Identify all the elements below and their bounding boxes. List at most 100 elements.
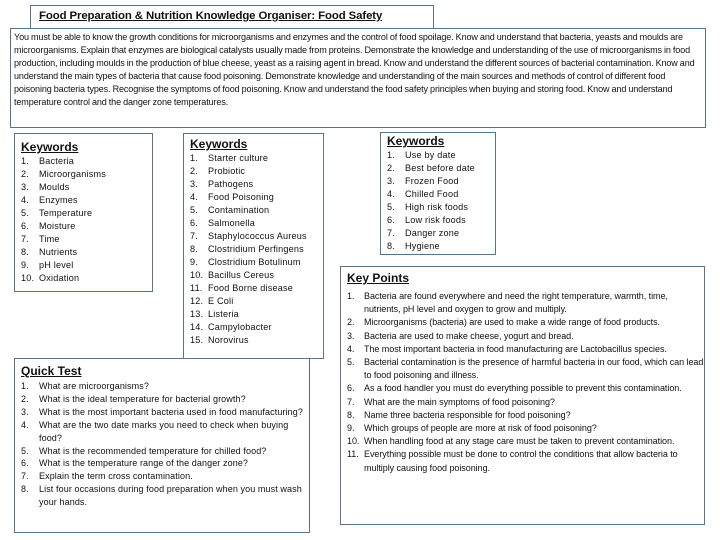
list-item-number: 12.: [190, 296, 204, 306]
list-item: 3. Pathogens: [190, 178, 324, 191]
list-item-number: 2.: [190, 166, 198, 176]
list-item-number: 5.: [21, 208, 29, 218]
intro-box: You must be able to know the growth cond…: [10, 28, 706, 128]
list-item-text: Bacterial contamination is the presence …: [364, 357, 704, 381]
list-item-number: 10.: [21, 273, 35, 283]
list-item-text: Use by date: [405, 150, 456, 160]
list-item-number: 1.: [190, 153, 198, 163]
keywords-box-2: Keywords 1. Starter culture 2. Probiotic 3. P…: [183, 133, 324, 359]
list-item-text: Temperature: [39, 208, 93, 218]
list-item-number: 2.: [387, 163, 395, 173]
list-item-text: What is the recommended temperature for …: [39, 445, 267, 456]
list-item-number: 15.: [190, 335, 204, 345]
list-item-text: Probiotic: [208, 166, 246, 176]
list-item-text: What are the two date marks you need to …: [39, 419, 289, 443]
list-item-number: 1.: [21, 156, 29, 166]
list-item-text: List four occasions during food preparat…: [39, 484, 302, 508]
list-item-number: 3.: [21, 406, 29, 417]
list-item-number: 11.: [190, 283, 203, 293]
list-item: 2. Probiotic: [190, 165, 324, 178]
list-item: 4. Chilled Food: [387, 188, 497, 201]
list-item: 8. Hygiene: [387, 240, 497, 253]
keywords-list: 1. Use by date 2. Best before date 3. Frozen …: [387, 149, 497, 253]
list-item: 9. pH level: [21, 259, 151, 272]
quick-test-box: Quick Test 1. What are microorganisms? 2. W…: [14, 358, 310, 533]
list-item-number: 8.: [387, 241, 395, 251]
list-item: 5. High risk foods: [387, 201, 497, 214]
list-item-text: Starter culture: [208, 153, 269, 163]
list-item-number: 8.: [21, 484, 29, 495]
list-item: 5. Temperature: [21, 207, 151, 220]
list-item-text: As a food handler you must do everything…: [364, 383, 682, 394]
list-item-number: 7.: [190, 231, 198, 241]
list-item-text: Contamination: [208, 205, 270, 215]
list-item-text: What is the most important bacteria used…: [39, 406, 303, 417]
list-item-number: 6.: [21, 221, 29, 231]
list-item-text: Everything possible must be done to cont…: [364, 449, 678, 473]
list-item: 8. Nutrients: [21, 246, 151, 259]
list-item-text: Best before date: [405, 163, 475, 173]
list-item: 3. Bacteria are used to make cheese, yogu…: [347, 330, 705, 343]
list-item-number: 5.: [21, 445, 29, 456]
list-item-text: Low risk foods: [405, 215, 466, 225]
intro-text: You must be able to know the growth cond…: [14, 32, 695, 108]
list-item-text: Time: [39, 234, 60, 244]
list-item: 8. Clostridium Perfingens: [190, 243, 324, 256]
list-item-text: What are the main symptoms of food poiso…: [364, 396, 555, 407]
list-item: 6. Low risk foods: [387, 214, 497, 227]
list-item: 1. What are microorganisms?: [21, 380, 309, 393]
list-item-text: Nutrients: [39, 247, 78, 257]
keywords-heading: Keywords: [21, 140, 79, 154]
list-item: 9. Clostridium Botulinum: [190, 256, 324, 269]
list-item-number: 3.: [190, 179, 198, 189]
list-item-number: 5.: [347, 357, 355, 368]
list-item: 13. Listeria: [190, 308, 324, 321]
list-item: 1. Bacteria: [21, 155, 151, 168]
quick-test-heading: Quick Test: [21, 364, 82, 378]
list-item: 9. Which groups of people are more at ris…: [347, 422, 705, 435]
list-item-number: 2.: [21, 393, 29, 404]
list-item-text: Enzymes: [39, 195, 78, 205]
list-item-number: 7.: [21, 234, 29, 244]
keywords-list: 1. Starter culture 2. Probiotic 3. Pathogens 4…: [190, 152, 324, 347]
list-item-text: Moulds: [39, 182, 70, 192]
list-item: 6. As a food handler you must do everythi…: [347, 382, 705, 395]
list-item-text: E Coli: [208, 296, 234, 306]
list-item-text: Campylobacter: [208, 322, 272, 332]
list-item: 7. What are the main symptoms of food poi…: [347, 396, 705, 409]
list-item: 4. Food Poisoning: [190, 191, 324, 204]
list-item-number: 6.: [190, 218, 198, 228]
list-item: 10. When handling food at any stage care …: [347, 435, 705, 448]
list-item: 3. Moulds: [21, 181, 151, 194]
list-item-number: 14.: [190, 322, 204, 332]
list-item-text: The most important bacteria in food manu…: [364, 343, 667, 354]
list-item-number: 6.: [387, 215, 395, 225]
list-item-text: Moisture: [39, 221, 76, 231]
list-item-number: 10.: [347, 436, 360, 447]
list-item-number: 1.: [387, 150, 395, 160]
list-item-text: Name three bacteria responsible for food…: [364, 409, 571, 420]
list-item: 7. Time: [21, 233, 151, 246]
list-item-number: 11.: [347, 449, 359, 460]
list-item: 3. What is the most important bacteria us…: [21, 406, 309, 419]
list-item-number: 8.: [21, 247, 29, 257]
list-item-text: Explain the term cross contamination.: [39, 471, 193, 482]
list-item-text: Oxidation: [39, 273, 80, 283]
quick-test-list: 1. What are microorganisms? 2. What is the …: [21, 380, 309, 509]
list-item-text: Salmonella: [208, 218, 255, 228]
list-item-number: 4.: [21, 419, 29, 430]
list-item-text: Clostridium Perfingens: [208, 244, 304, 254]
list-item-number: 4.: [190, 192, 198, 202]
list-item-text: Clostridium Botulinum: [208, 257, 301, 267]
list-item-number: 3.: [387, 176, 395, 186]
list-item-number: 7.: [387, 228, 395, 238]
key-points-box: Key Points 1. Bacteria are found everywhe…: [340, 266, 705, 525]
list-item: 11. Everything possible must be done to c…: [347, 448, 705, 474]
list-item-number: 1.: [21, 381, 29, 391]
keywords-box-3: Keywords 1. Use by date 2. Best before date…: [380, 132, 496, 255]
list-item-number: 9.: [190, 257, 198, 267]
list-item-text: Food Borne disease: [208, 283, 293, 293]
list-item: 10. Oxidation: [21, 272, 151, 285]
list-item-text: Chilled Food: [405, 189, 459, 199]
list-item-text: When handling food at any stage care mus…: [364, 436, 675, 447]
